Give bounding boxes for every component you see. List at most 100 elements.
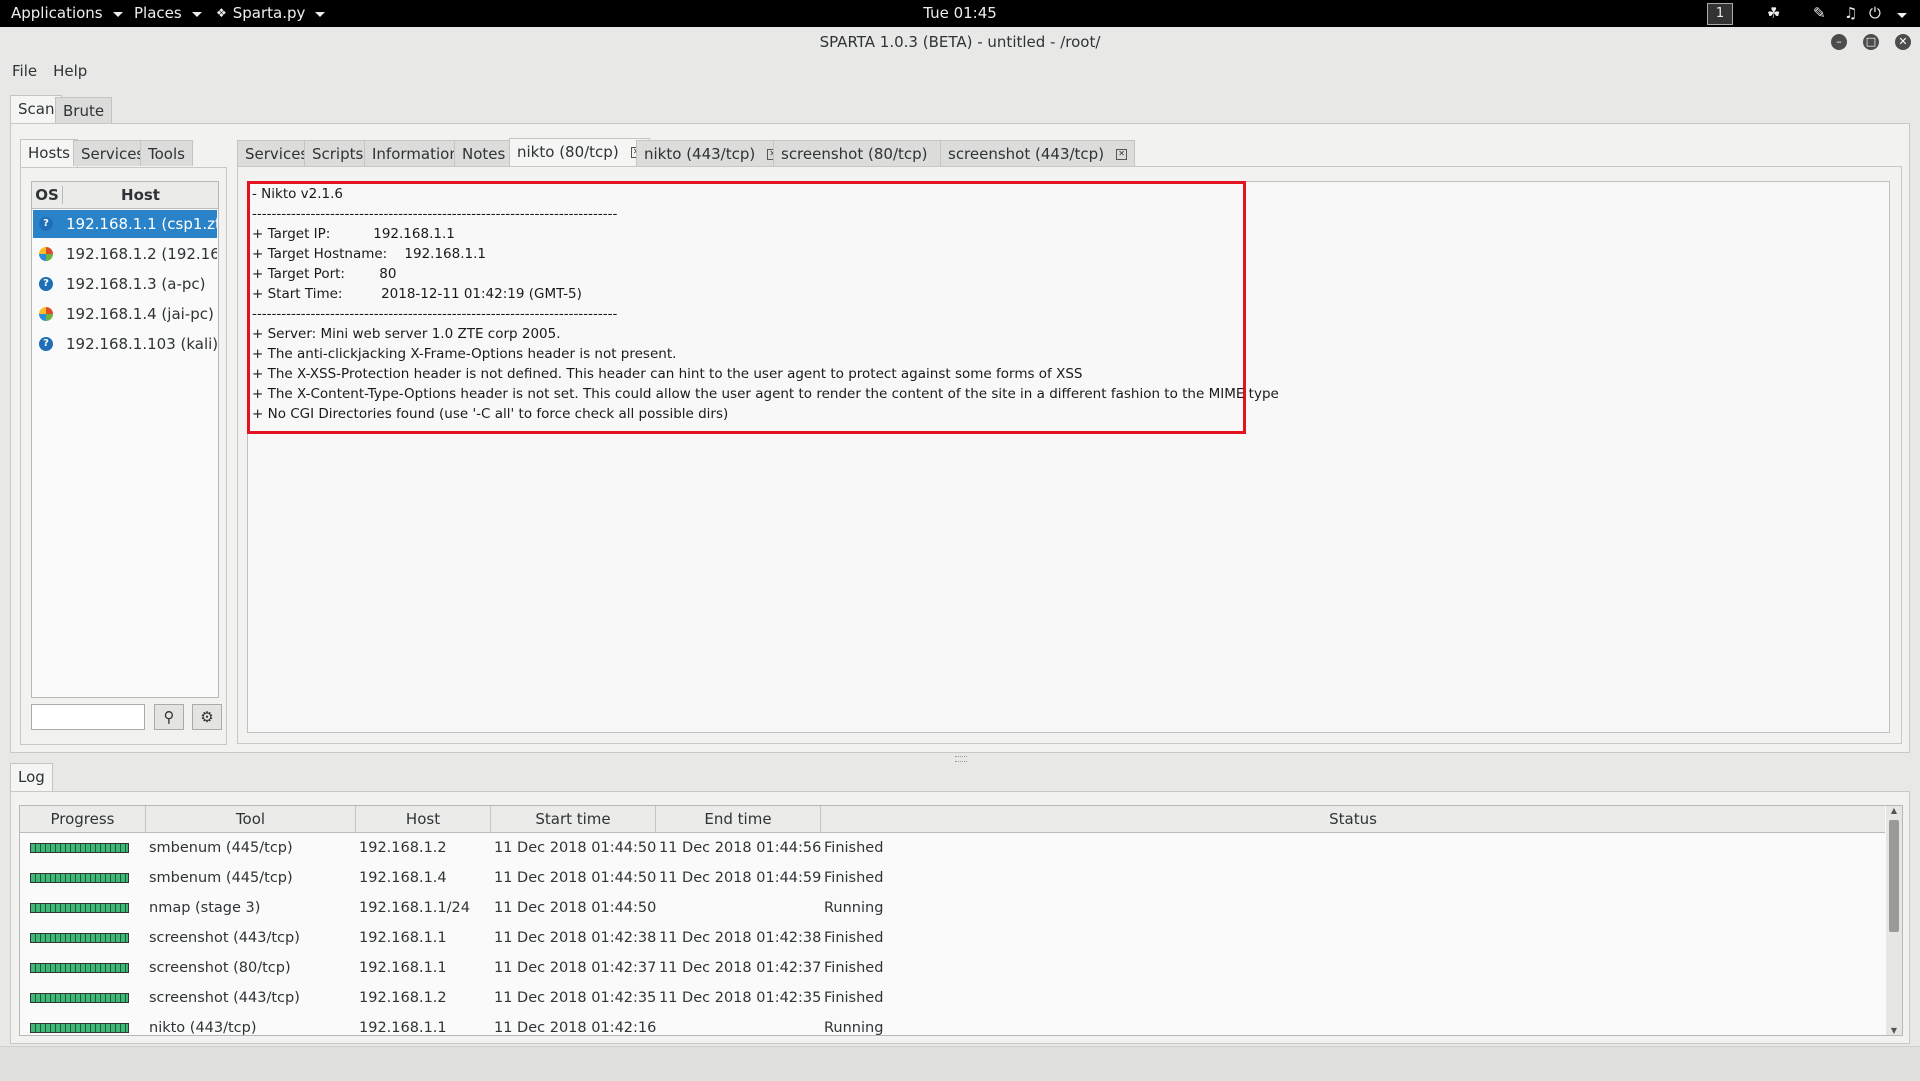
minimize-button[interactable]: – [1831, 34, 1847, 50]
filter-button[interactable]: ⚙ [192, 704, 222, 730]
tab-information[interactable]: Information [364, 140, 467, 166]
splitter-handle[interactable] [955, 756, 967, 762]
progress-fill [31, 1024, 128, 1032]
filter-icon: ⚙ [200, 708, 214, 726]
log-status: Finished [824, 990, 884, 1006]
col-host[interactable]: Host [356, 806, 491, 832]
log-start-time: 11 Dec 2018 01:42:37 [494, 960, 657, 976]
log-tool: smbenum (445/tcp) [149, 870, 293, 886]
applications-menu[interactable]: Applications [11, 4, 123, 22]
network-icon[interactable]: ☘ [1767, 4, 1780, 22]
host-filter-input[interactable] [31, 704, 145, 730]
chevron-down-icon [112, 11, 123, 17]
workspace-indicator[interactable]: 1 [1707, 3, 1733, 25]
log-start-time: 11 Dec 2018 01:42:35 [494, 990, 657, 1006]
log-end-time: 11 Dec 2018 01:42:38 [659, 930, 822, 946]
log-row[interactable]: screenshot (443/tcp) 192.168.1.2 11 Dec 20… [20, 983, 1885, 1013]
progress-fill [31, 964, 128, 972]
host-row[interactable]: 192.168.1.2 (192.16... [33, 240, 217, 268]
log-row[interactable]: nmap (stage 3) 192.168.1.1/24 11 Dec 2018 … [20, 893, 1885, 923]
log-row[interactable]: nikto (443/tcp) 192.168.1.1 11 Dec 2018 01… [20, 1013, 1885, 1036]
output-line: - Nikto v2.1.6 [252, 186, 344, 202]
progress-fill [31, 904, 128, 912]
col-status[interactable]: Status [821, 806, 1885, 832]
gnome-top-bar: Applications Places ❖ Sparta.py Tue 01:4… [0, 0, 1920, 27]
places-menu[interactable]: Places [134, 4, 202, 22]
host-row[interactable]: ? 192.168.1.1 (csp1.zt... [33, 210, 217, 238]
tab-tools[interactable]: Tools [140, 140, 193, 166]
progress-fill [31, 934, 128, 942]
progress-bar [30, 1023, 129, 1033]
output-line: + Start Time: 2018-12-11 01:42:19 (GMT-5… [252, 286, 582, 302]
tab-hosts[interactable]: Hosts [20, 139, 78, 167]
search-button[interactable]: ⚲ [154, 704, 184, 730]
log-status: Finished [824, 840, 884, 856]
menu-help[interactable]: Help [49, 60, 99, 84]
scroll-down-icon[interactable]: ▼ [1886, 1026, 1902, 1035]
host-label: 192.168.1.2 (192.16... [66, 245, 217, 263]
tab-notes[interactable]: Notes [454, 140, 514, 166]
progress-fill [31, 994, 128, 1002]
window-title: SPARTA 1.0.3 (BETA) - untitled - /root/ [819, 33, 1101, 51]
col-os[interactable]: OS [32, 186, 63, 204]
close-tab-icon[interactable]: ✕ [1116, 149, 1128, 160]
progress-bar [30, 933, 129, 943]
app-menu[interactable]: ❖ Sparta.py [216, 4, 326, 22]
question-icon: ? [39, 217, 53, 231]
tab-screenshot-443[interactable]: screenshot (443/tcp) ✕ [940, 140, 1136, 166]
tab-brute[interactable]: Brute [55, 97, 113, 123]
volume-icon[interactable]: ♫ [1844, 4, 1857, 22]
log-host: 192.168.1.2 [359, 990, 447, 1006]
output-line: ----------------------------------------… [252, 306, 618, 322]
log-row[interactable]: screenshot (443/tcp) 192.168.1.1 11 Dec 20… [20, 923, 1885, 953]
power-icon[interactable]: ⏻ [1869, 4, 1881, 22]
col-tool[interactable]: Tool [146, 806, 356, 832]
col-start-time[interactable]: Start time [491, 806, 656, 832]
tab-screenshot-80[interactable]: screenshot (80/tcp)✕ [773, 140, 959, 166]
log-end-time: 11 Dec 2018 01:42:35 [659, 990, 822, 1006]
scroll-up-icon[interactable]: ▲ [1886, 806, 1902, 815]
tab-label: screenshot (443/tcp) [948, 145, 1105, 163]
log-row[interactable]: smbenum (445/tcp) 192.168.1.2 11 Dec 2018 … [20, 833, 1885, 863]
scrollbar-thumb[interactable] [1889, 820, 1899, 932]
status-bar [0, 1046, 1920, 1081]
host-row[interactable]: 192.168.1.4 (jai-pc) [33, 300, 217, 328]
menu-file[interactable]: File [0, 60, 49, 84]
tab-nikto-443[interactable]: nikto (443/tcp)✕ [636, 140, 787, 166]
menubar: File Help [0, 60, 99, 84]
tab-nikto-80[interactable]: nikto (80/tcp)✕ [509, 138, 650, 166]
host-row[interactable]: ? 192.168.1.103 (kali) [33, 330, 217, 358]
log-host: 192.168.1.1/24 [359, 900, 470, 916]
log-scrollbar[interactable]: ▲ ▼ [1886, 806, 1902, 1035]
tab-scripts[interactable]: Scripts [304, 140, 372, 166]
log-start-time: 11 Dec 2018 01:42:16 [494, 1020, 657, 1036]
host-label: 192.168.1.3 (a-pc) [66, 275, 206, 293]
col-progress[interactable]: Progress [20, 806, 146, 832]
log-host: 192.168.1.2 [359, 840, 447, 856]
output-line: + Target Hostname: 192.168.1.1 [252, 246, 486, 262]
log-row[interactable]: smbenum (445/tcp) 192.168.1.4 11 Dec 2018 … [20, 863, 1885, 893]
col-host[interactable]: Host [63, 186, 218, 204]
log-start-time: 11 Dec 2018 01:44:50 [494, 900, 657, 916]
close-window-button[interactable]: ✕ [1895, 34, 1911, 50]
tab-label: screenshot (80/tcp) [781, 145, 928, 163]
log-row[interactable]: screenshot (80/tcp) 192.168.1.1 11 Dec 201… [20, 953, 1885, 983]
log-start-time: 11 Dec 2018 01:42:38 [494, 930, 657, 946]
host-row[interactable]: ? 192.168.1.3 (a-pc) [33, 270, 217, 298]
applications-label: Applications [11, 4, 103, 22]
app-menu-label: Sparta.py [232, 4, 306, 22]
progress-bar [30, 843, 129, 853]
log-start-time: 11 Dec 2018 01:44:50 [494, 870, 657, 886]
output-line: + Target IP: 192.168.1.1 [252, 226, 455, 242]
progress-fill [31, 844, 128, 852]
clock[interactable]: Tue 01:45 [923, 4, 997, 22]
tab-label: nikto (80/tcp) [517, 143, 619, 161]
maximize-button[interactable]: □ [1863, 34, 1879, 50]
col-end-time[interactable]: End time [656, 806, 821, 832]
system-menu-chevron-icon[interactable] [1897, 13, 1907, 18]
log-host: 192.168.1.1 [359, 1020, 447, 1036]
log-tool: screenshot (80/tcp) [149, 960, 291, 976]
progress-bar [30, 903, 129, 913]
tools-icon[interactable]: ✎ [1813, 4, 1826, 22]
tab-log[interactable]: Log [10, 763, 53, 791]
